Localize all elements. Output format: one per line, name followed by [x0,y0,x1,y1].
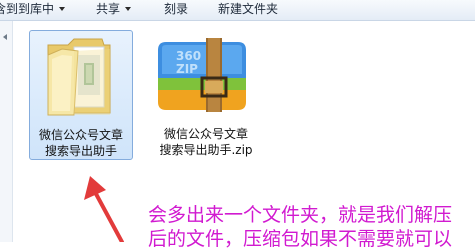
annotation-line1: 会多出来一个文件夹，就是我们解压 [148,204,453,226]
annotation-text: 会多出来一个文件夹，就是我们解压 后的文件，压缩包如果不需要就可以 [148,203,468,251]
annotation-line2: 后的文件，压缩包如果不需要就可以 [148,228,453,250]
